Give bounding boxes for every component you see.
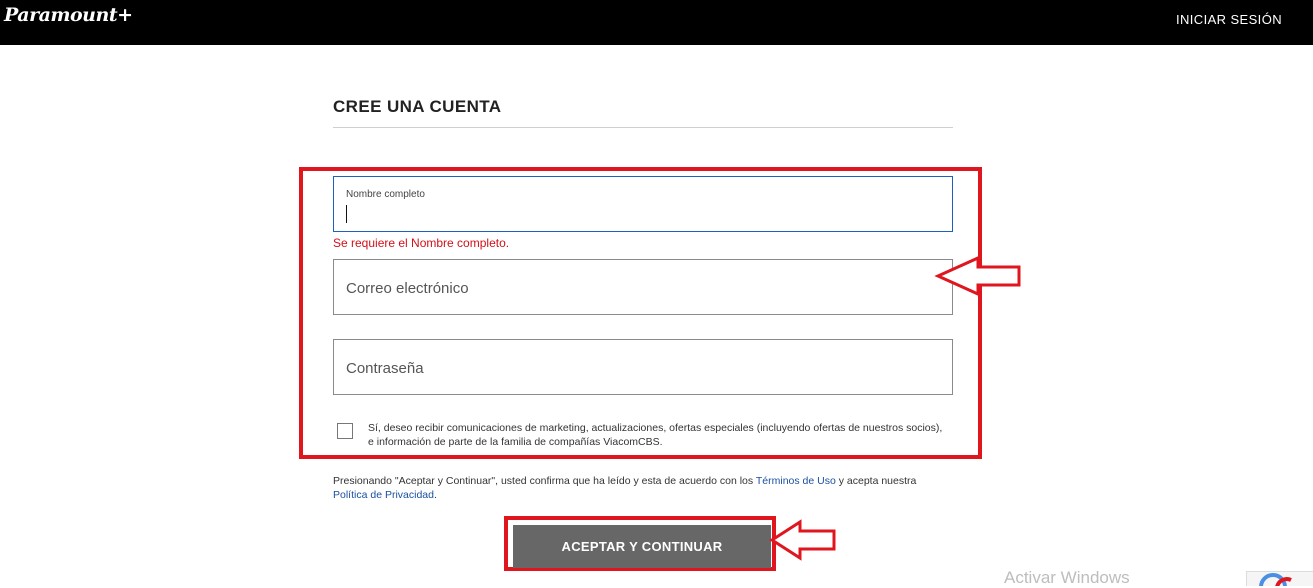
legal-notice: Presionando "Aceptar y Continuar", usted… [333,474,933,502]
page-title: CREE UNA CUENTA [333,97,502,116]
password-field[interactable]: Contraseña [333,339,953,395]
annotation-arrow-button [769,519,836,561]
legal-text-start: Presionando "Aceptar y Continuar", usted… [333,475,756,487]
legal-text-end: . [433,489,437,501]
marketing-checkbox-label: Sí, deseo recibir comunicaciones de mark… [368,422,943,448]
text-cursor [346,205,347,223]
signin-link[interactable]: INICIAR SESIÓN [1176,12,1282,27]
full-name-label: Nombre completo [346,189,425,200]
legal-text-middle: y acepta nuestra [835,475,917,487]
recaptcha-badge[interactable] [1246,571,1313,586]
full-name-error: Se requiere el Nombre completo. [333,236,510,250]
terms-of-use-link[interactable]: Términos de Uso [756,475,836,487]
privacy-policy-link[interactable]: Política de Privacidad [333,489,434,501]
accept-and-continue-button[interactable]: ACEPTAR Y CONTINUAR [513,525,771,568]
paramount-plus-logo[interactable]: Paramount+ [4,4,133,26]
title-divider [333,127,953,128]
top-navigation-bar: Paramount+ INICIAR SESIÓN [0,0,1313,45]
full-name-field[interactable]: Nombre completo [333,176,953,232]
annotation-arrow-fields [934,255,1021,297]
marketing-checkbox[interactable] [337,423,353,439]
email-placeholder: Correo electrónico [346,280,469,297]
windows-activation-watermark: Activar Windows [1004,568,1130,587]
recaptcha-icon [1259,573,1292,586]
email-field[interactable]: Correo electrónico [333,259,953,315]
password-placeholder: Contraseña [346,360,424,377]
